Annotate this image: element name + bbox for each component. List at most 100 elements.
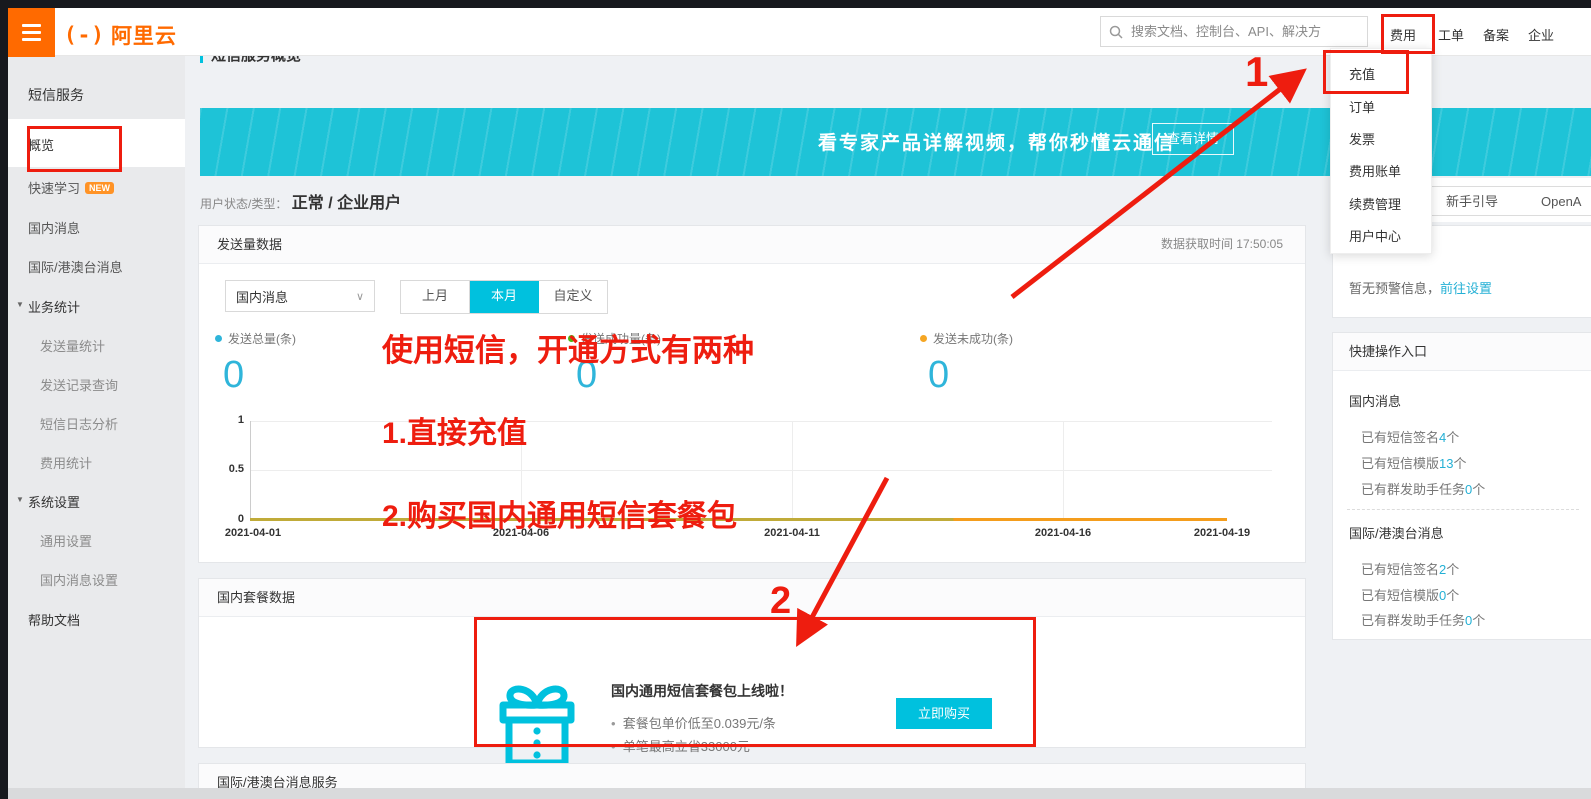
alert-settings-link[interactable]: 前往设置: [1440, 281, 1492, 296]
sidebar-group-system-settings[interactable]: 系统设置: [28, 492, 80, 511]
alert-text: 暂无预警信息，: [1349, 281, 1440, 296]
window-bottom-edge: [8, 788, 1591, 799]
promo-title: 国内通用短信套餐包上线啦！: [611, 681, 793, 701]
stat-value: 0: [223, 356, 296, 394]
annotation-callout: 使用短信，开通方式有两种: [382, 325, 754, 370]
buy-now-button[interactable]: 立即购买: [896, 698, 992, 729]
sidebar-item-quick-learn[interactable]: 快速学习 NEW: [28, 178, 114, 197]
banner-detail-button[interactable]: 查看详情: [1152, 123, 1234, 155]
date-range-tabs: 上月 本月 自定义: [400, 280, 608, 314]
count-value: 13: [1439, 456, 1453, 471]
x-tick: 2021-04-19: [1194, 527, 1250, 539]
banner-text: 看专家产品详解视频，帮你秒懂云通信: [818, 128, 1175, 155]
quick-link-intl-signatures[interactable]: 已有短信签名2个: [1361, 559, 1459, 578]
count-unit: 个: [1472, 482, 1485, 497]
aliyun-logo[interactable]: (-) 阿里云: [64, 20, 177, 50]
x-tick: 2021-04-16: [1035, 527, 1091, 539]
global-search[interactable]: [1100, 16, 1368, 47]
menu-item-user-center[interactable]: 用户中心: [1349, 226, 1401, 245]
stat-label: 发送总量(条): [228, 332, 296, 346]
sidebar-item-overview[interactable]: 概览: [8, 119, 185, 167]
quick-link-label: 已有短信签名: [1361, 562, 1439, 577]
sidebar-item-cost-stats[interactable]: 费用统计: [40, 453, 92, 472]
quick-section-domestic: 国内消息: [1349, 391, 1401, 410]
menu-item-orders[interactable]: 订单: [1349, 97, 1375, 116]
stat-total-sent: 发送总量(条) 0: [215, 330, 296, 394]
window-top-bar: [0, 0, 1591, 8]
stat-label: 发送未成功(条): [933, 332, 1013, 346]
domestic-package-card-header: 国内套餐数据: [199, 579, 1305, 617]
send-volume-card: 发送量数据 数据获取时间 17:50:05: [198, 225, 1306, 563]
sidebar-item-label: 概览: [28, 135, 54, 154]
openapi-button[interactable]: OpenA: [1527, 186, 1591, 216]
user-status-row: 用户状态/类型： 正常 / 企业用户: [200, 189, 401, 213]
quick-link-signatures[interactable]: 已有短信签名4个: [1361, 427, 1459, 446]
sidebar-item-label: 快速学习: [28, 181, 80, 196]
sidebar-item-sms-log[interactable]: 短信日志分析: [40, 414, 118, 433]
quick-link-templates[interactable]: 已有短信模版13个: [1361, 453, 1467, 472]
stat-failed: 发送未成功(条) 0: [920, 330, 1013, 394]
x-tick: 2021-04-01: [225, 527, 281, 539]
menu-item-bills[interactable]: 费用账单: [1349, 161, 1401, 180]
sidebar-item-send-stats[interactable]: 发送量统计: [40, 336, 105, 355]
window-left-edge: [0, 8, 8, 799]
menu-item-billing[interactable]: 费用: [1390, 25, 1416, 44]
y-tick: 1: [216, 414, 244, 426]
count-unit: 个: [1453, 456, 1466, 471]
menu-item-ticket[interactable]: 工单: [1438, 25, 1464, 44]
quick-link-intl-batch-tasks[interactable]: 已有群发助手任务0个: [1361, 610, 1485, 629]
chevron-down-icon[interactable]: ▼: [16, 300, 24, 309]
sidebar-item-general-settings[interactable]: 通用设置: [40, 531, 92, 550]
top-actions-panel: 新手引导 OpenA: [1404, 178, 1591, 222]
quick-section-intl: 国际/港澳台消息: [1349, 523, 1444, 542]
menu-item-invoice[interactable]: 发票: [1349, 129, 1375, 148]
sidebar-item-intl-msg[interactable]: 国际/港澳台消息: [28, 257, 123, 276]
sidebar-item-help-docs[interactable]: 帮助文档: [28, 610, 80, 629]
menu-item-enterprise[interactable]: 企业: [1528, 25, 1554, 44]
sidebar-group-business-stats[interactable]: 业务统计: [28, 297, 80, 316]
beginner-guide-button[interactable]: 新手引导: [1416, 186, 1528, 216]
quick-actions-title: 快捷操作入口: [1349, 344, 1427, 359]
count-unit: 个: [1472, 613, 1485, 628]
quick-link-label: 已有短信模版: [1361, 588, 1439, 603]
bullet-icon: •: [611, 716, 623, 731]
promo-bullet: • 单笔最高立省33000元: [611, 736, 750, 755]
sidebar-item-send-records[interactable]: 发送记录查询: [40, 375, 118, 394]
quick-link-intl-templates[interactable]: 已有短信模版0个: [1361, 585, 1459, 604]
gift-icon: [495, 681, 579, 771]
count-unit: 个: [1446, 588, 1459, 603]
quick-link-label: 已有短信模版: [1361, 456, 1439, 471]
tab-this-month[interactable]: 本月: [470, 281, 539, 313]
chevron-down-icon[interactable]: ▼: [16, 495, 24, 504]
tab-last-month[interactable]: 上月: [401, 281, 470, 313]
count-unit: 个: [1446, 430, 1459, 445]
search-input[interactable]: [1129, 23, 1359, 40]
annotation-number-2: 2: [770, 580, 791, 623]
sidebar-item-domestic-settings[interactable]: 国内消息设置: [40, 570, 118, 589]
quick-actions-header: 快捷操作入口: [1333, 333, 1591, 371]
fetch-time: 数据获取时间 17:50:05: [1161, 226, 1283, 263]
user-status-value: 正常 / 企业用户: [292, 195, 401, 212]
x-tick: 2021-04-11: [764, 527, 820, 539]
y-tick: 0.5: [216, 463, 244, 475]
gridline: [792, 421, 793, 520]
sidebar: 短信服务 概览 快速学习NEW 国内消息 国际/港澳台消息 ▼ 业务统计 发送量…: [8, 55, 185, 799]
menu-item-recharge[interactable]: 充值: [1349, 64, 1375, 83]
quick-link-label: 已有群发助手任务: [1361, 613, 1465, 628]
new-badge: NEW: [85, 182, 114, 194]
promo-bullet: • 套餐包单价低至0.039元/条: [611, 713, 776, 732]
domestic-package-card: 国内套餐数据 国内通用短信套餐包上线啦！ • 套餐包单价低至0.039元/条 •…: [198, 578, 1306, 748]
annotation-number-1: 1: [1245, 48, 1268, 96]
menu-item-icp[interactable]: 备案: [1483, 25, 1509, 44]
hamburger-menu-icon[interactable]: [8, 8, 55, 57]
y-tick: 0: [216, 513, 244, 525]
promo-bullet-text: 单笔最高立省33000元: [623, 739, 750, 754]
dot-icon: [920, 335, 927, 342]
tab-custom[interactable]: 自定义: [539, 281, 607, 313]
message-type-select[interactable]: 国内消息 ∨: [225, 280, 375, 312]
divider: [1347, 509, 1579, 510]
sidebar-item-domestic-msg[interactable]: 国内消息: [28, 218, 80, 237]
quick-link-batch-tasks[interactable]: 已有群发助手任务0个: [1361, 479, 1485, 498]
menu-item-renewal[interactable]: 续费管理: [1349, 194, 1401, 213]
send-volume-card-header: 发送量数据 数据获取时间 17:50:05: [199, 226, 1305, 264]
